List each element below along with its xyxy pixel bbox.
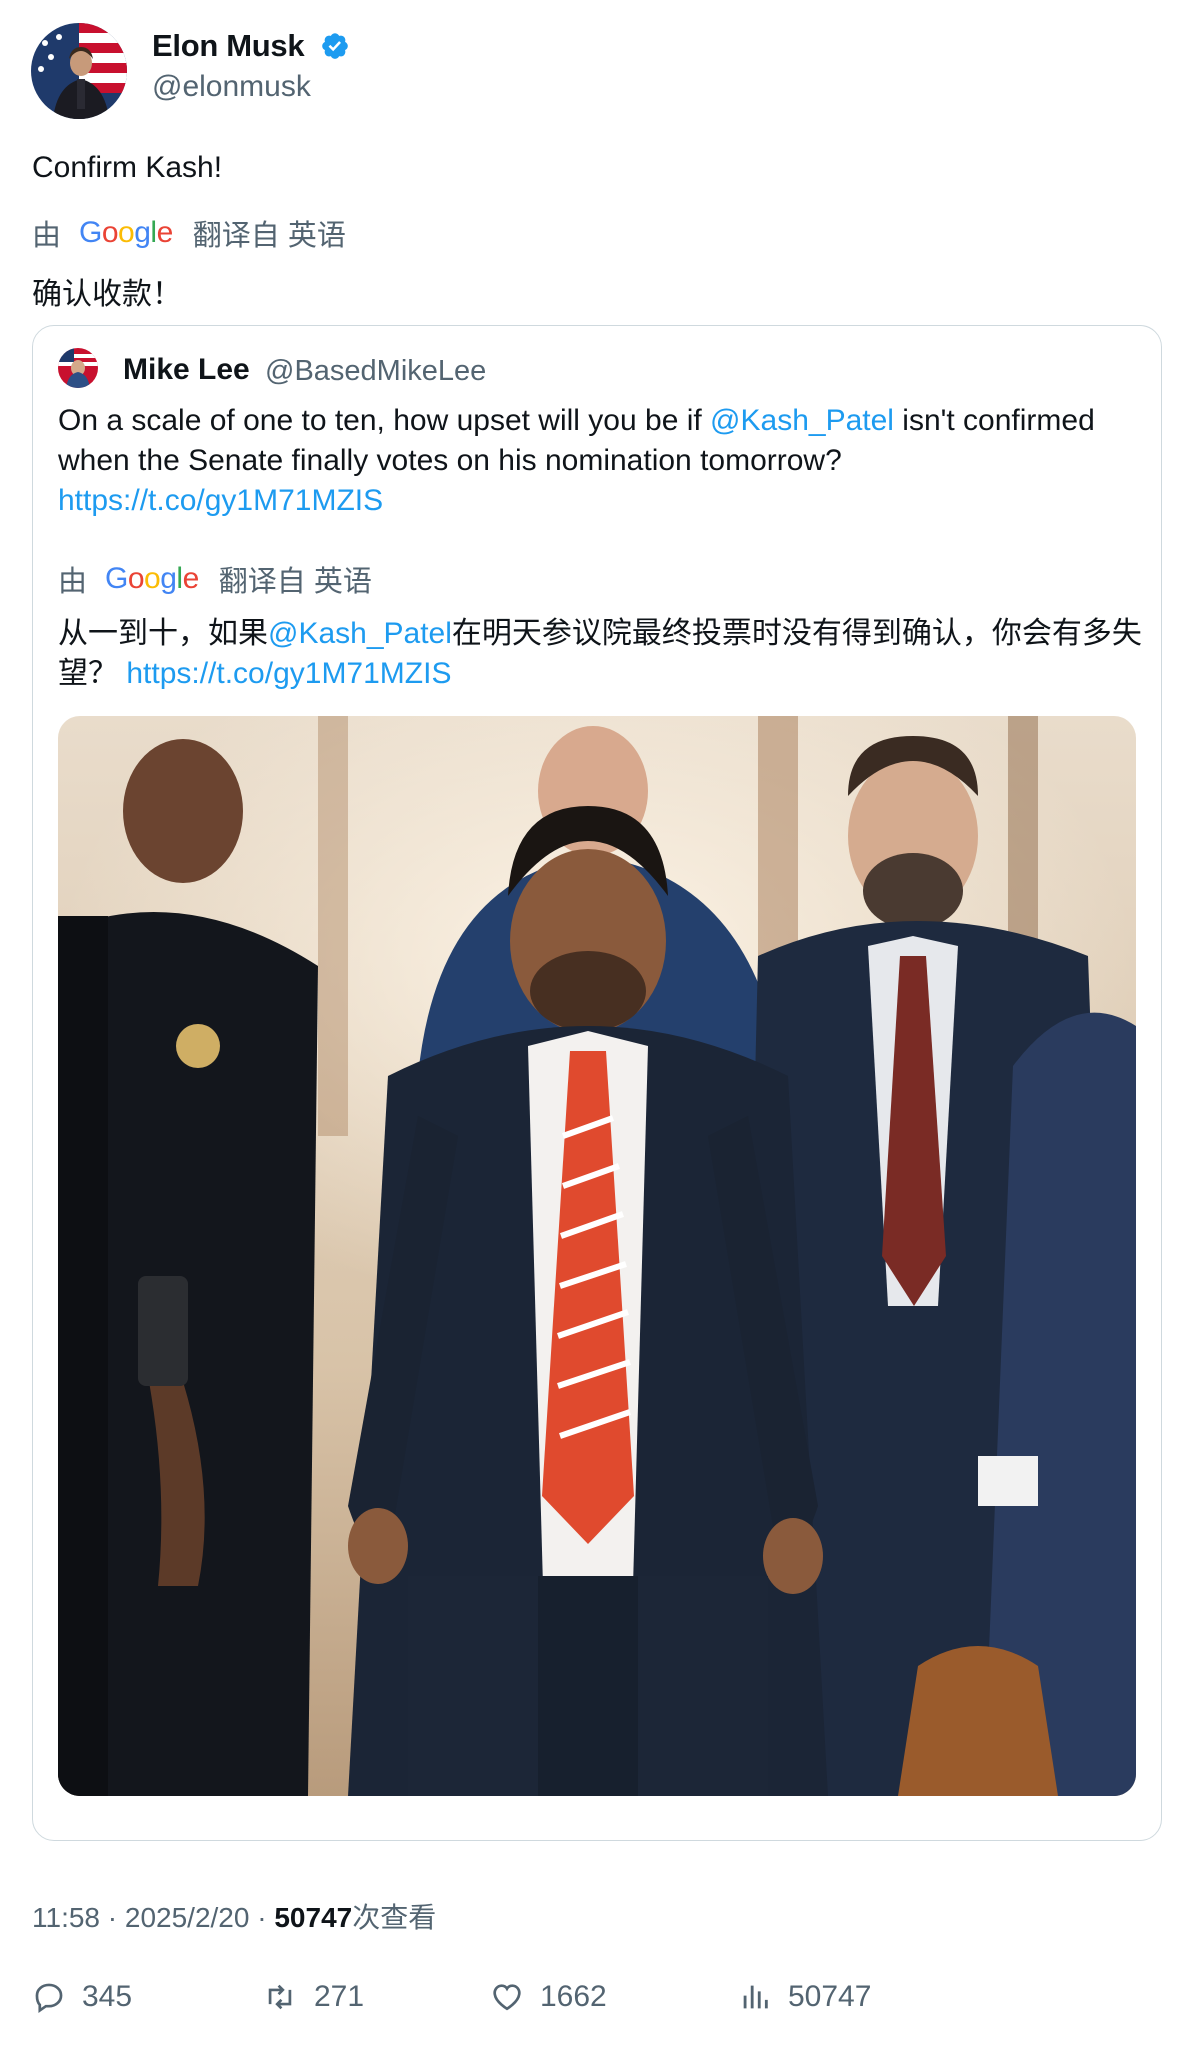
translation-attribution: 由 Google 翻译自 英语 — [32, 212, 346, 254]
translated-text-part: 从一到十，如果 — [58, 617, 268, 650]
quoted-tweet-photo[interactable] — [58, 716, 1136, 1796]
tweet-date[interactable]: 2025/2/20 — [125, 1902, 250, 1933]
quoted-author-handle[interactable]: @BasedMikeLee — [265, 355, 486, 388]
reply-count: 345 — [82, 1980, 133, 2013]
like-count: 1662 — [540, 1980, 607, 2013]
translation-prefix: 由 — [58, 566, 88, 598]
quoted-tweet-text: On a scale of one to ten, how upset will… — [58, 401, 1143, 521]
reply-button[interactable]: 345 — [32, 1980, 132, 2014]
tweet-time[interactable]: 11:58 — [32, 1902, 100, 1933]
reply-icon — [35, 1983, 63, 2014]
verified-badge-icon — [322, 33, 348, 59]
quoted-translation-attribution: 由 Google 翻译自 英语 — [58, 558, 372, 600]
author-avatar[interactable] — [31, 23, 127, 119]
analytics-icon — [743, 1985, 768, 2009]
views-count: 50747 — [788, 1980, 872, 2013]
google-logo-icon[interactable]: Google — [105, 562, 199, 596]
meta-separator: · — [107, 1902, 118, 1933]
view-count-label: 次查看 — [352, 1902, 437, 1933]
quoted-author-avatar[interactable] — [58, 348, 98, 388]
meta-separator: · — [257, 1902, 267, 1933]
retweet-button[interactable]: 271 — [262, 1980, 364, 2014]
like-button[interactable]: 1662 — [490, 1980, 607, 2014]
translated-tweet-text: 确认收款！ — [32, 278, 182, 311]
views-button[interactable]: 50747 — [738, 1980, 871, 2014]
quoted-tweet-card[interactable]: Mike Lee @BasedMikeLee On a scale of one… — [32, 325, 1162, 1841]
mention-link[interactable]: @Kash_Patel — [268, 617, 452, 650]
mention-link[interactable]: @Kash_Patel — [710, 404, 894, 437]
translation-source-label: 翻译自 英语 — [218, 566, 372, 598]
author-handle[interactable]: @elonmusk — [152, 70, 311, 104]
author-name[interactable]: Elon Musk — [152, 28, 305, 64]
heart-icon — [493, 1984, 521, 2011]
google-logo-icon[interactable]: Google — [79, 216, 173, 250]
translation-source-label: 翻译自 英语 — [192, 220, 346, 252]
retweet-count: 271 — [314, 1980, 365, 2013]
tweet-meta: 11:58 · 2025/2/20 · 50747次查看 — [32, 1896, 436, 1936]
view-count: 50747 — [274, 1902, 353, 1933]
quoted-author-name[interactable]: Mike Lee — [123, 353, 250, 387]
quoted-text-part: On a scale of one to ten, how upset will… — [58, 404, 711, 437]
tco-link[interactable]: https://t.co/gy1M71MZIS — [126, 657, 451, 690]
translation-prefix: 由 — [32, 220, 62, 252]
tweet-text: Confirm Kash! — [32, 151, 223, 184]
tweet-detail: Elon Musk @elonmusk Confirm Kash! 由 Goog… — [0, 0, 1196, 2046]
tco-link[interactable]: https://t.co/gy1M71MZIS — [58, 484, 383, 517]
quoted-translated-text: 从一到十，如果@Kash_Patel在明天参议院最终投票时没有得到确认，你会有多… — [58, 614, 1143, 694]
retweet-icon — [268, 1984, 292, 2010]
